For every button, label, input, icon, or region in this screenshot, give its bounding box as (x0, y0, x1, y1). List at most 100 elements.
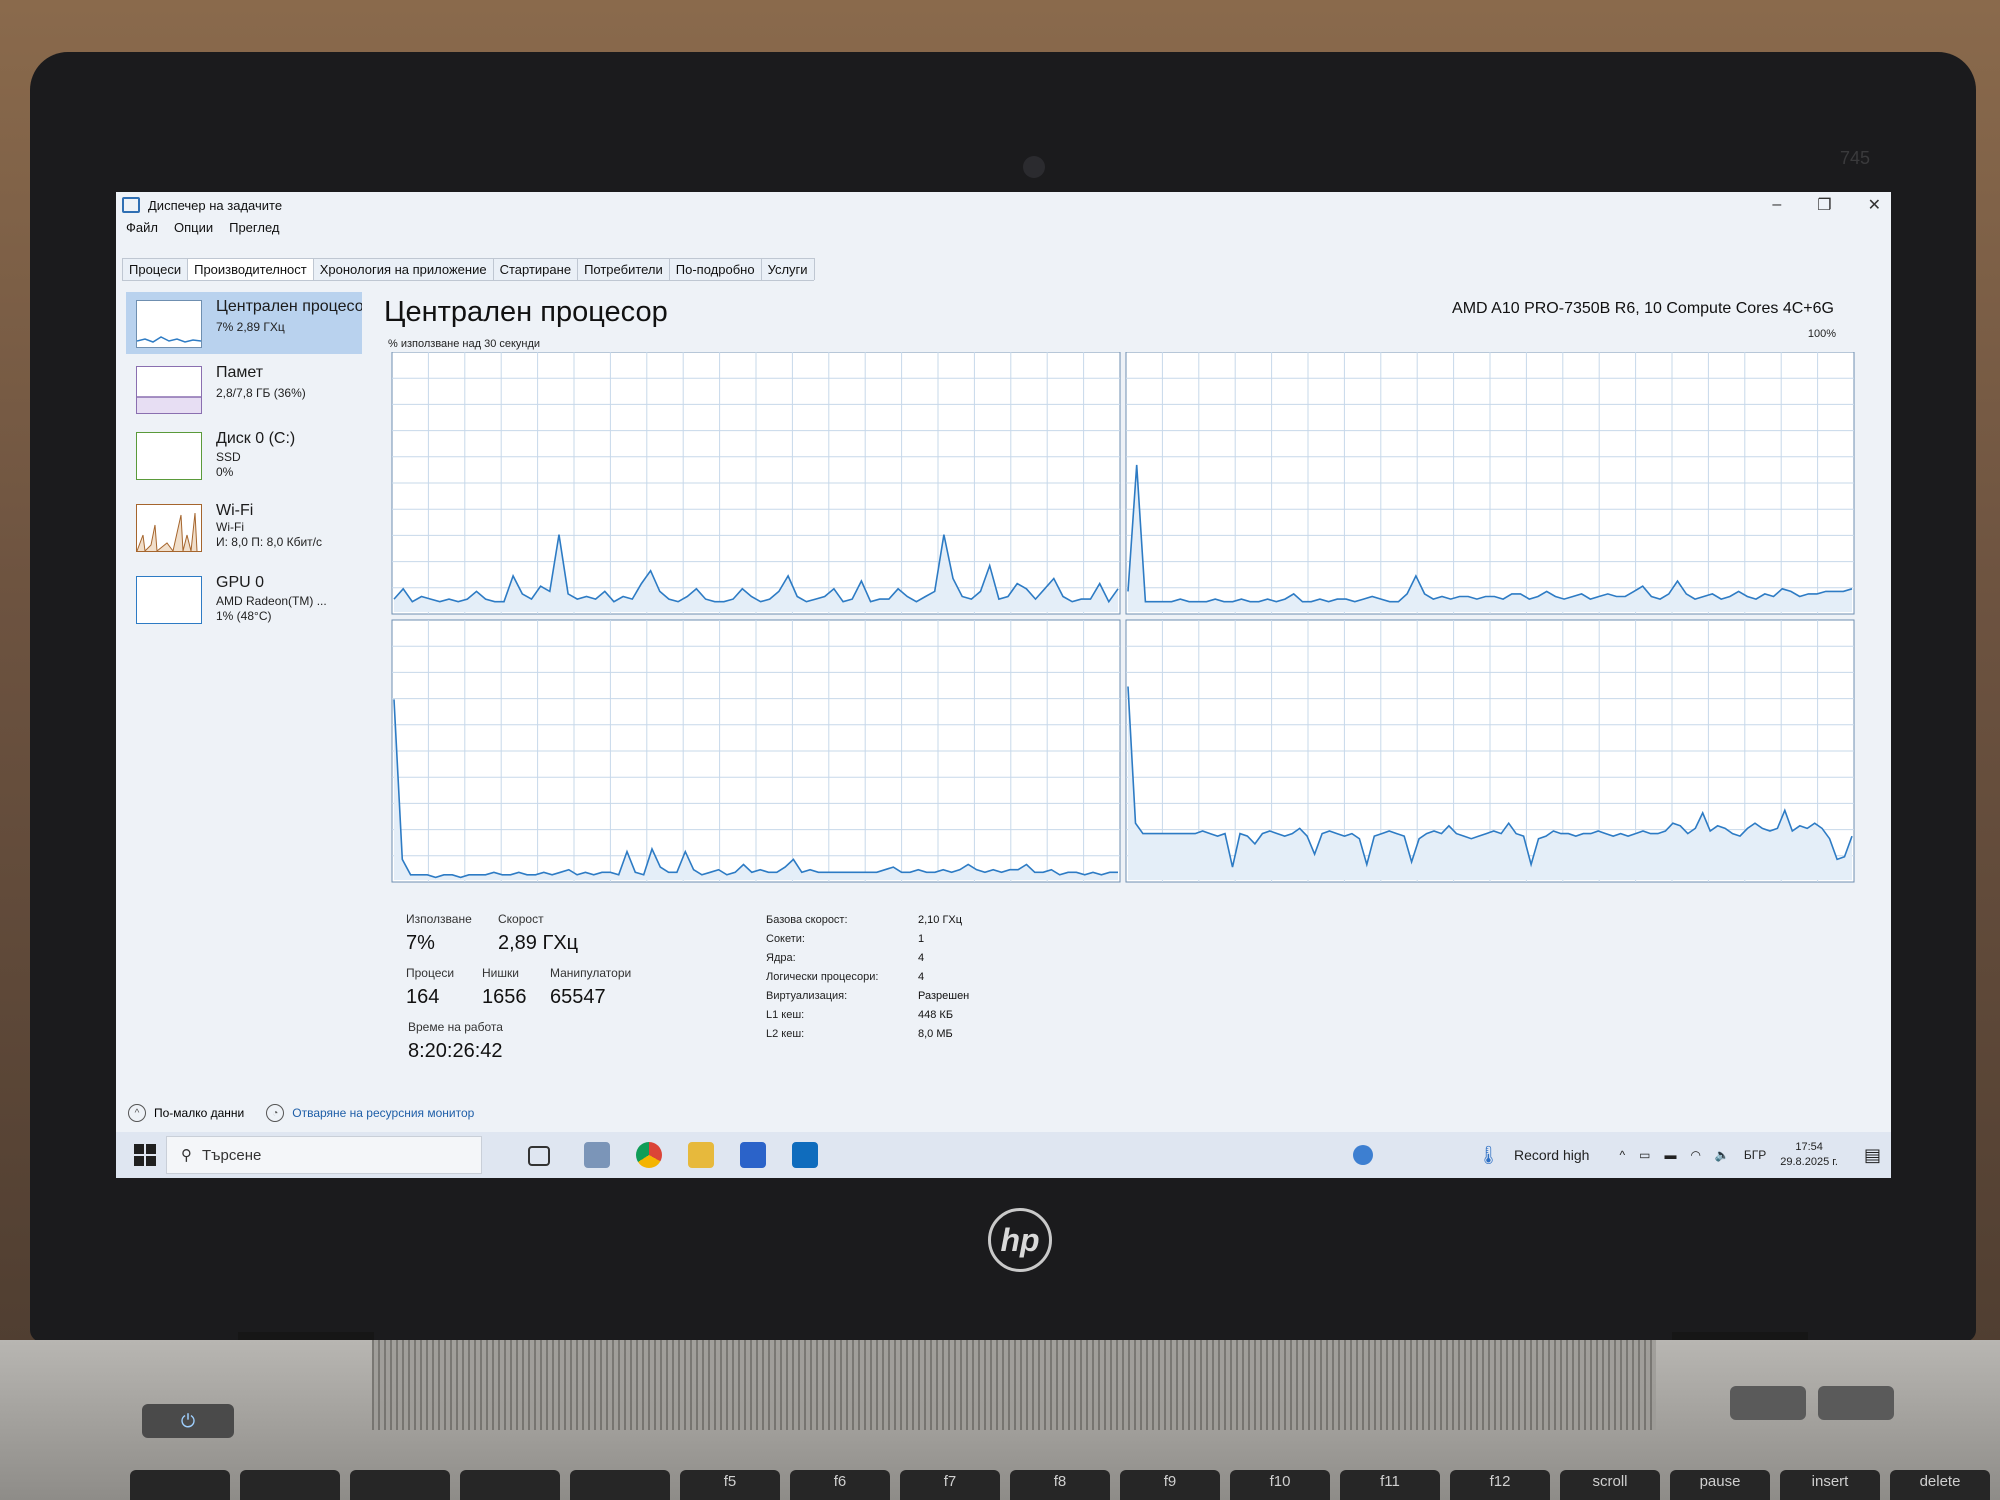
tab-users[interactable]: Потребители (577, 258, 670, 280)
clock[interactable]: 17:54 29.8.2025 г. (1780, 1140, 1838, 1170)
sidebar-item-disk[interactable]: Диск 0 (C:) SSD 0% (126, 424, 362, 486)
keyboard-key[interactable] (240, 1470, 340, 1500)
language-indicator[interactable]: БГР (1744, 1148, 1766, 1162)
keyboard-key[interactable]: f5 (680, 1470, 780, 1500)
detail-value: 4 (918, 971, 925, 983)
handles-value: 65547 (550, 986, 606, 1008)
core-graph (391, 352, 1121, 615)
detail-key: L2 кеш: (766, 1028, 805, 1040)
detail-key: Ядра: (766, 952, 796, 964)
side-key-left[interactable] (1730, 1386, 1806, 1420)
detail-value: Разрешен (918, 990, 970, 1002)
task-view-icon[interactable] (528, 1146, 550, 1166)
menu-file[interactable]: Файл (126, 220, 158, 240)
taskbar-search[interactable]: ⚲ Търсене (166, 1136, 482, 1174)
sidebar-item-detail: 0% (216, 465, 234, 479)
cpu-stats: Използване 7% Скорост 2,89 ГХц Процеси 1… (406, 912, 1406, 1082)
sidebar-item-cpu[interactable]: Централен процесор 7% 2,89 ГХц (126, 292, 362, 354)
keyboard-key[interactable]: f9 (1120, 1470, 1220, 1500)
uptime-value: 8:20:26:42 (408, 1040, 503, 1062)
sidebar-item-detail: 7% 2,89 ГХц (216, 320, 285, 334)
restore-button[interactable]: ❐ (1817, 195, 1831, 215)
screen: Диспечер на задачите – ❐ ✕ Файл Опции Пр… (116, 192, 1891, 1178)
keyboard-key[interactable] (350, 1470, 450, 1500)
keyboard-key[interactable]: f6 (790, 1470, 890, 1500)
sidebar-item-label: Централен процесор (216, 298, 362, 315)
volume-icon[interactable]: 🔈 (1715, 1148, 1730, 1162)
keyboard-key[interactable]: scroll (1560, 1470, 1660, 1500)
utilization-caption: % използване над 30 секунди (388, 338, 541, 350)
detail-value: 4 (918, 952, 925, 964)
detail-value: 8,0 МБ (918, 1028, 953, 1040)
file-explorer-icon[interactable] (688, 1142, 714, 1168)
tab-details[interactable]: По-подробно (668, 258, 762, 280)
core-graph (391, 619, 1121, 883)
uptime-label: Време на работа (408, 1020, 503, 1034)
wifi-thumbnail (136, 504, 202, 552)
menu-view[interactable]: Преглед (229, 220, 279, 240)
task-manager-icon (122, 197, 140, 213)
speed-value: 2,89 ГХц (498, 932, 579, 954)
chrome-icon[interactable] (636, 1142, 662, 1168)
sidebar-item-wifi[interactable]: Wi-Fi Wi-Fi И: 8,0 П: 8,0 Кбит/с (126, 496, 362, 558)
close-button[interactable]: ✕ (1868, 195, 1881, 215)
menu-bar: Файл Опции Преглед (116, 220, 279, 240)
keyboard-key[interactable] (130, 1470, 230, 1500)
chevron-up-icon[interactable]: ^ (1619, 1148, 1625, 1162)
detail-key: L1 кеш: (766, 1009, 805, 1021)
tab-strip: Процеси Производителност Хронология на п… (122, 258, 815, 281)
keyboard-key[interactable]: f12 (1450, 1470, 1550, 1500)
help-icon[interactable] (1353, 1145, 1374, 1165)
function-key-row: f5 f6 f7 f8 f9 f10 f11 f12 scroll pause insert dele… (130, 1470, 1990, 1500)
sidebar-item-memory[interactable]: Памет 2,8/7,8 ГБ (36%) (126, 358, 362, 420)
detail-key: Логически процесори: (766, 971, 879, 983)
sidebar-item-label: Памет (216, 364, 264, 381)
chevron-up-icon[interactable]: ^ (128, 1104, 146, 1122)
gpu-thumbnail (136, 576, 202, 624)
tab-services[interactable]: Услуги (760, 258, 815, 280)
menu-options[interactable]: Опции (174, 220, 213, 240)
keyboard-key[interactable]: pause (1670, 1470, 1770, 1500)
keyboard-key[interactable] (460, 1470, 560, 1500)
sidebar-item-detail: 1% (48°C) (216, 609, 272, 623)
keyboard-key[interactable]: insert (1780, 1470, 1880, 1500)
keyboard-key[interactable]: f11 (1340, 1470, 1440, 1500)
tab-processes[interactable]: Процеси (122, 258, 189, 280)
keyboard-key[interactable]: f8 (1010, 1470, 1110, 1500)
microsoft-store-icon[interactable] (740, 1142, 766, 1168)
title-bar: Диспечер на задачите – ❐ ✕ (116, 192, 1891, 218)
sidebar-item-detail: SSD (216, 450, 241, 464)
notifications-icon[interactable]: ▤ (1864, 1145, 1881, 1166)
battery-icon[interactable]: ▬ (1664, 1148, 1676, 1162)
windows-start-icon[interactable] (134, 1144, 156, 1166)
weather-label[interactable]: Record high (1514, 1147, 1590, 1163)
wifi-icon[interactable]: ◠ (1690, 1148, 1700, 1162)
sidebar-item-detail: Wi-Fi (216, 520, 244, 534)
open-resource-monitor-link[interactable]: Отваряне на ресурсния монитор (292, 1106, 474, 1120)
core-graph (1125, 352, 1855, 615)
cpu-core-graphs (391, 352, 1855, 883)
sidebar-item-gpu[interactable]: GPU 0 AMD Radeon(TM) ... 1% (48°C) (126, 568, 362, 630)
power-button[interactable]: ⏻ (142, 1404, 234, 1438)
threads-label: Нишки (482, 966, 519, 980)
tab-app-history[interactable]: Хронология на приложение (312, 258, 494, 280)
handles-label: Манипулатори (550, 966, 632, 980)
task-manager-taskbar-icon[interactable] (584, 1142, 610, 1168)
outlook-icon[interactable] (792, 1142, 818, 1168)
fewer-details-link[interactable]: По-малко данни (154, 1106, 244, 1120)
detail-value: 2,10 ГХц (918, 914, 963, 926)
keyboard-key[interactable]: delete (1890, 1470, 1990, 1500)
utilization-value: 7% (406, 932, 435, 954)
resource-monitor-icon: ◔ (266, 1104, 285, 1122)
laptop-model-number: 745 (1840, 148, 1871, 168)
speed-label: Скорост (498, 912, 544, 926)
tab-performance[interactable]: Производителност (187, 258, 314, 280)
minimize-button[interactable]: – (1772, 196, 1781, 214)
side-key-right[interactable] (1818, 1386, 1894, 1420)
keyboard-key[interactable]: f7 (900, 1470, 1000, 1500)
keyboard-key[interactable]: f10 (1230, 1470, 1330, 1500)
meet-now-icon[interactable]: ▭ (1639, 1148, 1650, 1162)
tab-startup[interactable]: Стартиране (492, 258, 579, 280)
core-graph (1125, 619, 1855, 883)
keyboard-key[interactable] (570, 1470, 670, 1500)
